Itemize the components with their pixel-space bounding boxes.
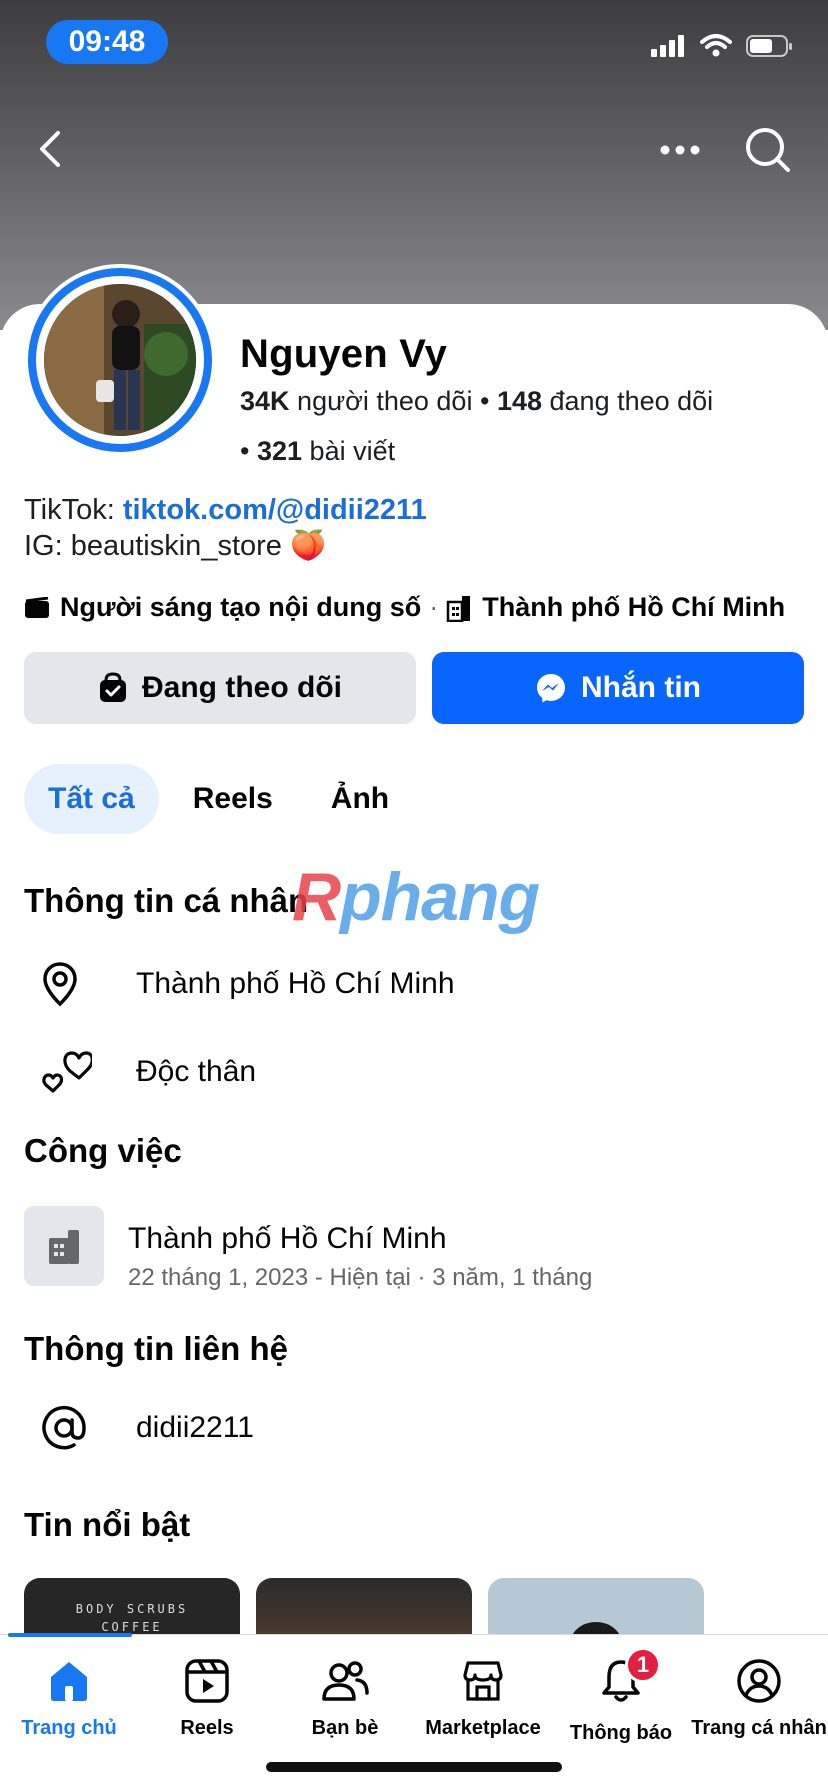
nav-home[interactable]: Trang chủ	[0, 1657, 138, 1740]
at-sign-icon	[24, 1398, 104, 1458]
nav-reels[interactable]: Reels	[138, 1657, 276, 1740]
nav-home-label: Trang chủ	[21, 1717, 117, 1739]
story-1-line1: BODY SCRUBS	[75, 1602, 189, 1616]
status-bar: 09:48	[0, 0, 828, 90]
contact-title: Thông tin liên hệ	[24, 1330, 288, 1367]
meta-separator: ·	[429, 592, 439, 622]
status-icons	[650, 34, 794, 58]
work-place: Thành phố Hồ Chí Minh	[128, 1222, 447, 1255]
following-count[interactable]: 148	[497, 386, 542, 416]
stats-separator: •	[479, 386, 497, 416]
relationship-row: Độc thân	[24, 1042, 804, 1102]
profile-icon	[737, 1659, 781, 1703]
personal-location-text: Thành phố Hồ Chí Minh	[136, 967, 455, 1000]
status-time: 09:48	[46, 20, 168, 64]
stats-bullet: •	[240, 436, 257, 466]
more-options-button[interactable]	[650, 130, 710, 170]
relationship-text: Độc thân	[136, 1055, 257, 1088]
work-details: Thành phố Hồ Chí Minh 22 tháng 1, 2023 -…	[128, 1222, 592, 1292]
watermark: Rphang	[292, 859, 540, 935]
posts-count: 321	[256, 436, 303, 466]
nav-friends[interactable]: Bạn bè	[276, 1657, 414, 1740]
story-3-photo	[570, 1622, 622, 1638]
location-pin-icon	[24, 954, 104, 1014]
reels-icon	[185, 1659, 229, 1703]
messenger-icon	[537, 674, 565, 703]
following-label[interactable]: đang theo dõi	[550, 386, 714, 416]
notifications-icon-wrap: 1	[597, 1647, 661, 1710]
nav-marketplace[interactable]: Marketplace	[414, 1657, 552, 1740]
work-title: Công việc	[24, 1132, 182, 1169]
bio-line-tiktok: TikTok: tiktok.com/@didii2211	[24, 492, 427, 528]
profile-bio: TikTok: tiktok.com/@didii2211 IG: beauti…	[24, 492, 427, 564]
avatar-photo	[44, 284, 196, 436]
featured-stories: BODY SCRUBS COFFEE	[24, 1578, 704, 1638]
nav-friends-label: Bạn bè	[311, 1717, 379, 1739]
following-label: Đang theo dõi	[142, 671, 342, 704]
hearts-icon	[24, 1042, 104, 1102]
top-navigation	[0, 120, 828, 180]
friends-icon	[322, 1661, 369, 1701]
tab-all[interactable]: Tất cả	[24, 764, 159, 834]
featured-story-1[interactable]: BODY SCRUBS COFFEE	[24, 1578, 240, 1638]
contact-username[interactable]: didii2211	[136, 1411, 254, 1445]
building-icon	[446, 595, 471, 622]
bio-line-instagram: IG: beautiskin_store 🍑	[24, 530, 327, 562]
tab-photos[interactable]: Ảnh	[307, 764, 413, 834]
followers-count[interactable]: 34K	[240, 386, 290, 416]
meta-location: Thành phố Hồ Chí Minh	[482, 592, 786, 622]
work-duration: 22 tháng 1, 2023 - Hiện tại · 3 năm, 1 t…	[128, 1264, 593, 1291]
profile-tabs: Tất cả Reels Ảnh	[24, 764, 413, 834]
signal-icon	[651, 35, 684, 57]
following-check-icon	[100, 672, 126, 702]
profile-avatar[interactable]	[24, 264, 216, 456]
bio-tiktok-prefix: TikTok:	[24, 494, 123, 526]
active-tab-indicator	[8, 1633, 132, 1637]
back-button[interactable]	[30, 124, 70, 174]
followers-label[interactable]: người theo dõi	[297, 386, 472, 416]
clapperboard-icon	[25, 596, 49, 618]
chevron-left-icon	[40, 131, 60, 167]
more-dots-icon	[660, 145, 700, 155]
nav-marketplace-label: Marketplace	[425, 1717, 541, 1739]
personal-info-title: Thông tin cá nhân	[24, 882, 309, 919]
following-button[interactable]: Đang theo dõi	[24, 652, 416, 724]
story-ring	[28, 268, 212, 452]
tab-reels[interactable]: Reels	[169, 764, 297, 834]
creator-category: Người sáng tạo nội dung số	[60, 592, 422, 622]
wifi-icon	[700, 34, 732, 57]
message-label: Nhắn tin	[581, 671, 701, 704]
message-button[interactable]: Nhắn tin	[432, 652, 804, 724]
search-icon	[746, 128, 790, 172]
tiktok-link[interactable]: tiktok.com/@didii2211	[123, 494, 427, 526]
search-button[interactable]	[740, 122, 796, 178]
nav-notifications[interactable]: 1 Thông báo	[552, 1647, 690, 1745]
personal-location-row: Thành phố Hồ Chí Minh	[24, 954, 804, 1014]
contact-row: didii2211	[24, 1398, 804, 1458]
post-stats: • 321 bài viết	[240, 436, 395, 467]
profile-meta: Người sáng tạo nội dung số · Thành phố H…	[24, 592, 785, 623]
follow-stats: 34K người theo dõi • 148 đang theo dõi	[240, 386, 713, 417]
nav-profile[interactable]: Trang cá nhân	[690, 1657, 828, 1740]
profile-name: Nguyen Vy	[240, 332, 448, 376]
featured-story-2[interactable]	[256, 1578, 472, 1638]
battery-icon	[746, 35, 792, 57]
nav-reels-label: Reels	[180, 1717, 234, 1739]
work-building-icon	[24, 1206, 104, 1286]
avatar	[44, 284, 196, 436]
home-icon	[51, 1662, 87, 1701]
home-indicator[interactable]	[266, 1762, 562, 1772]
nav-notifications-label: Thông báo	[569, 1722, 673, 1744]
nav-profile-label: Trang cá nhân	[691, 1717, 827, 1739]
featured-story-3[interactable]	[488, 1578, 704, 1638]
marketplace-icon	[463, 1661, 503, 1701]
posts-label: bài viết	[309, 436, 396, 466]
notification-badge: 1	[625, 1647, 661, 1683]
featured-title: Tin nổi bật	[24, 1506, 191, 1543]
